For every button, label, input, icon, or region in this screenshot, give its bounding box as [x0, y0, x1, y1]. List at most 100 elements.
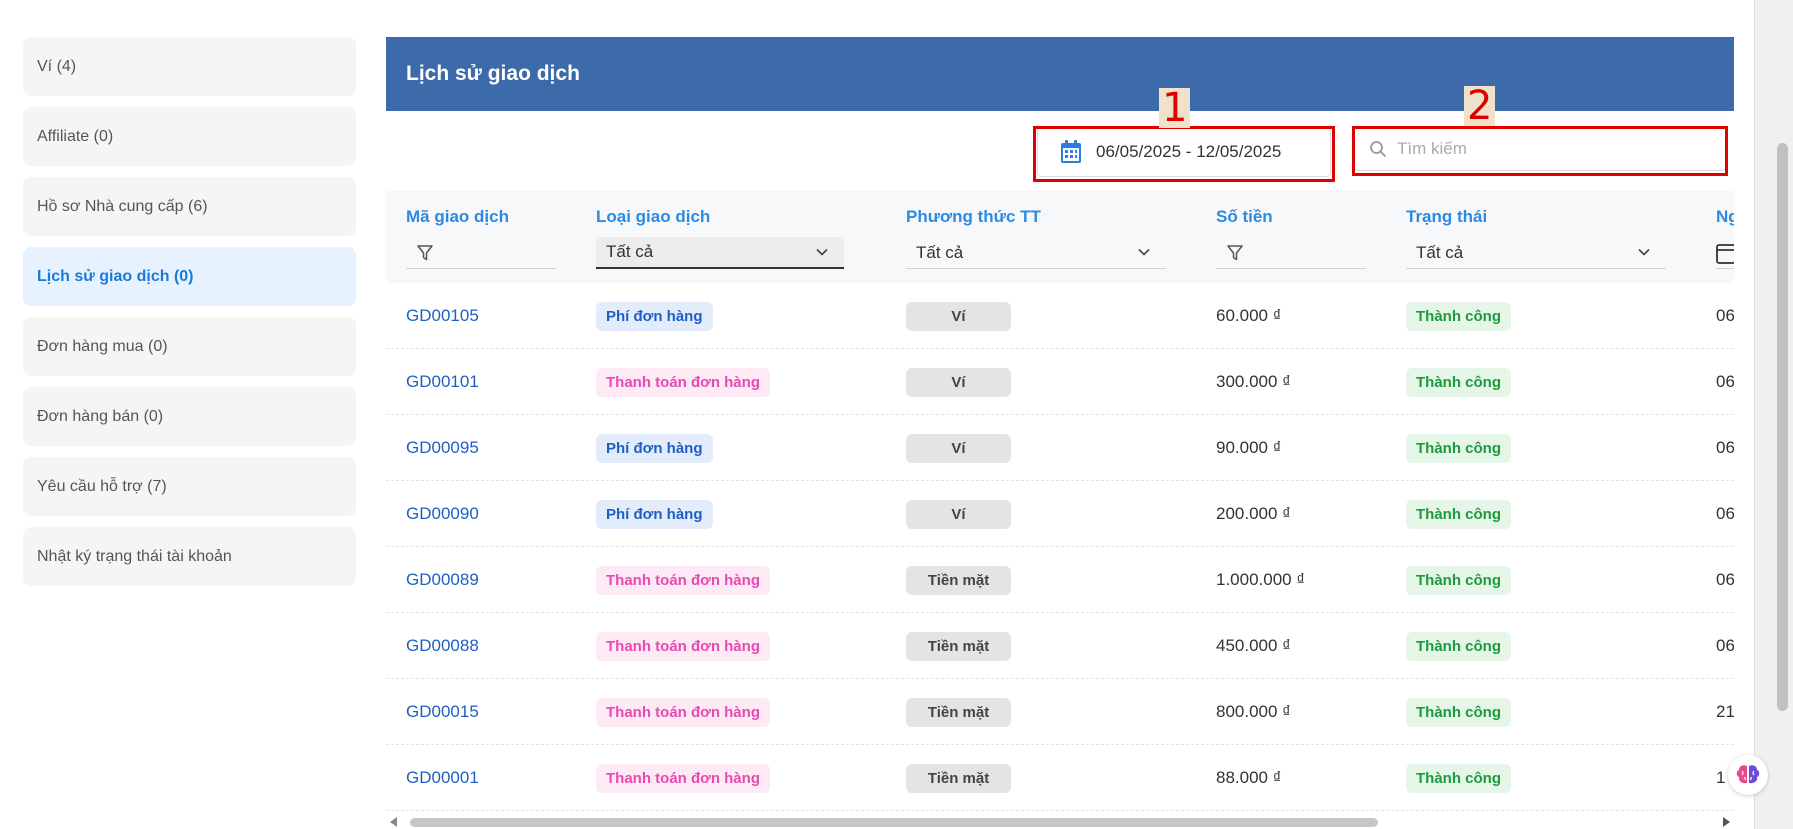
annotation-label-2: 2	[1464, 86, 1496, 126]
date-value: 06	[1716, 570, 1734, 589]
table-cell: 06	[1716, 283, 1734, 349]
vertical-scroll-thumb[interactable]	[1777, 143, 1788, 711]
sidebar-item-account-status-log[interactable]: Nhật ký trạng thái tài khoản	[23, 527, 356, 586]
scroll-right-arrow-icon[interactable]	[1723, 817, 1730, 827]
sidebar-item-label: Đơn hàng bán (0)	[37, 407, 164, 425]
chevron-down-icon	[816, 248, 828, 256]
table-row[interactable]: GD00095 Phí đơn hàng Ví 90.000 ₫ Thành công 0…	[386, 415, 1734, 481]
table-cell: 06	[1716, 547, 1734, 613]
table-row[interactable]: GD00089 Thanh toán đơn hàng Tiền mặt 1.000.…	[386, 547, 1734, 613]
amount-filter[interactable]	[1216, 237, 1366, 269]
table-row[interactable]: GD00090 Phí đơn hàng Ví 200.000 ₫ Thành công…	[386, 481, 1734, 547]
table-cell: 800.000 ₫	[1216, 679, 1291, 745]
table-cell: 21	[1716, 679, 1734, 745]
calendar-icon	[1061, 140, 1081, 163]
transaction-id[interactable]: GD00095	[406, 438, 479, 458]
search-box[interactable]	[1354, 127, 1726, 171]
sidebar-item-label: Affiliate (0)	[37, 127, 114, 145]
table-row[interactable]: GD00001 Thanh toán đơn hàng Tiền mặt 88.000…	[386, 745, 1734, 811]
sidebar-item-purchase-orders[interactable]: Đơn hàng mua (0)	[23, 317, 356, 376]
amount-value: 800.000 ₫	[1216, 702, 1291, 721]
table-cell: GD00088	[406, 613, 479, 679]
status-select-value: Tất cả	[1416, 242, 1464, 262]
date-range-value: 06/05/2025 - 12/05/2025	[1096, 142, 1282, 161]
search-input[interactable]	[1397, 139, 1697, 159]
ai-assistant-button[interactable]	[1728, 755, 1768, 795]
table-cell: Thanh toán đơn hàng	[596, 547, 770, 613]
payment-method-select[interactable]: Tất cả	[906, 237, 1166, 269]
sidebar-item-transaction-history[interactable]: Lịch sử giao dịch (0)	[23, 247, 356, 306]
table-row[interactable]: GD00088 Thanh toán đơn hàng Tiền mặt 450.00…	[386, 613, 1734, 679]
date-value: 06	[1716, 636, 1734, 655]
transaction-id-filter[interactable]	[406, 237, 556, 269]
status-badge: Thành công	[1406, 433, 1511, 463]
column-header-transaction-id[interactable]: Mã giao dịch	[406, 207, 509, 227]
status-select[interactable]: Tất cả	[1406, 237, 1666, 269]
sidebar-item-affiliate[interactable]: Affiliate (0)	[23, 107, 356, 166]
sidebar-item-label: Yêu cầu hỗ trợ (7)	[37, 477, 167, 495]
sidebar-item-support-requests[interactable]: Yêu cầu hỗ trợ (7)	[23, 457, 356, 516]
table-header: Mã giao dịch Loại giao dịch Tất cả Phươn…	[386, 191, 1734, 283]
transaction-id[interactable]: GD00001	[406, 768, 479, 788]
table-cell: Ví	[906, 415, 1011, 481]
table-row[interactable]: GD00015 Thanh toán đơn hàng Tiền mặt 800.00…	[386, 679, 1734, 745]
sidebar-item-label: Lịch sử giao dịch (0)	[37, 267, 194, 285]
transaction-id[interactable]: GD00101	[406, 372, 479, 392]
status-badge: Thành công	[1406, 301, 1511, 331]
table-cell: Ví	[906, 283, 1011, 349]
horizontal-scroll-thumb[interactable]	[410, 818, 1378, 827]
table-cell: Thành công	[1406, 349, 1511, 415]
transaction-id[interactable]: GD00090	[406, 504, 479, 524]
sidebar-item-label: Nhật ký trạng thái tài khoản	[37, 547, 232, 565]
date-value: 21	[1716, 702, 1734, 721]
date-range-picker[interactable]: 06/05/2025 - 12/05/2025	[1037, 127, 1331, 177]
table-cell: Phí đơn hàng	[596, 481, 713, 547]
column-header-amount[interactable]: Số tiền	[1216, 207, 1273, 227]
payment-method-badge: Ví	[906, 433, 1011, 463]
amount-value: 200.000 ₫	[1216, 504, 1291, 523]
table-row[interactable]: GD00105 Phí đơn hàng Ví 60.000 ₫ Thành công 0…	[386, 283, 1734, 349]
table-cell: GD00015	[406, 679, 479, 745]
transaction-type-badge: Phí đơn hàng	[596, 433, 713, 463]
status-badge: Thành công	[1406, 763, 1511, 793]
chevron-down-icon	[1138, 248, 1150, 256]
transaction-type-select-value: Tất cả	[606, 242, 654, 261]
sidebar-item-label: Hồ sơ Nhà cung cấp (6)	[37, 197, 208, 215]
table-cell: Tiền mặt	[906, 613, 1011, 679]
table-cell: Thành công	[1406, 415, 1511, 481]
transaction-type-badge: Thanh toán đơn hàng	[596, 631, 770, 661]
table-cell: Thành công	[1406, 481, 1511, 547]
payment-method-badge: Tiền mặt	[906, 697, 1011, 727]
sidebar-item-supplier-profile[interactable]: Hồ sơ Nhà cung cấp (6)	[23, 177, 356, 236]
sidebar-item-sales-orders[interactable]: Đơn hàng bán (0)	[23, 387, 356, 446]
sidebar-item-wallet[interactable]: Ví (4)	[23, 37, 356, 96]
date-value: 06	[1716, 438, 1734, 457]
table-row[interactable]: GD00101 Thanh toán đơn hàng Ví 300.000 ₫ Thà…	[386, 349, 1734, 415]
vertical-scrollbar[interactable]	[1754, 0, 1793, 829]
transaction-id[interactable]: GD00015	[406, 702, 479, 722]
column-header-status[interactable]: Trạng thái	[1406, 207, 1487, 227]
column-header-payment-method[interactable]: Phương thức TT	[906, 207, 1041, 227]
table-cell: 06	[1716, 349, 1734, 415]
filter-icon	[417, 244, 433, 260]
payment-method-badge: Tiền mặt	[906, 763, 1011, 793]
toolbar: 06/05/2025 - 12/05/2025	[386, 111, 1734, 191]
table-cell: GD00101	[406, 349, 479, 415]
search-icon	[1370, 141, 1386, 157]
transaction-id[interactable]: GD00088	[406, 636, 479, 656]
column-header-date[interactable]: Ng	[1716, 207, 1734, 227]
date-value: 06	[1716, 306, 1734, 325]
table-cell: 06	[1716, 481, 1734, 547]
payment-method-badge: Tiền mặt	[906, 631, 1011, 661]
horizontal-scrollbar[interactable]	[386, 816, 1734, 829]
transaction-id[interactable]: GD00089	[406, 570, 479, 590]
transaction-type-select[interactable]: Tất cả	[596, 237, 844, 269]
transaction-id[interactable]: GD00105	[406, 306, 479, 326]
status-badge: Thành công	[1406, 367, 1511, 397]
table-cell: Ví	[906, 481, 1011, 547]
table-cell: Tiền mặt	[906, 547, 1011, 613]
scroll-left-arrow-icon[interactable]	[390, 817, 397, 827]
date-filter[interactable]	[1716, 237, 1734, 269]
column-header-transaction-type[interactable]: Loại giao dịch	[596, 207, 710, 227]
filter-icon	[1227, 244, 1243, 260]
